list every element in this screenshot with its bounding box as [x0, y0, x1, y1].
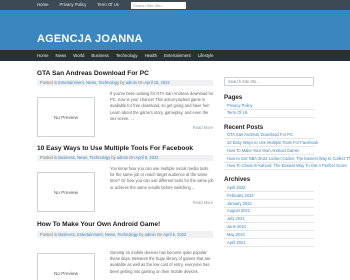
post-thumbnail[interactable]: No Preview	[37, 97, 95, 137]
top-search-input[interactable]: Search Site Ste...	[130, 1, 186, 9]
archive-item[interactable]: May 2021	[224, 231, 314, 239]
post-categories[interactable]: Business, Entertainment, News, Technolog…	[58, 232, 138, 237]
nav-item-entertainment[interactable]: Entertainment	[164, 50, 191, 61]
archive-item[interactable]: July 2021	[224, 216, 314, 224]
post-item: How To Make Your Own Android Game! Poste…	[37, 221, 213, 280]
nav-item-lifestyle[interactable]: Lifestyle	[198, 50, 214, 61]
archive-item[interactable]: February 2022	[224, 192, 314, 201]
nav-item-health[interactable]: Health	[145, 50, 157, 61]
post-thumbnail[interactable]: No Preview	[37, 172, 95, 212]
sidebar: Search Site Ste... Pages Privacy Policy …	[224, 77, 350, 247]
post-categories[interactable]: Business, News, Technology	[58, 155, 110, 160]
recent-post-item[interactable]: How To Make Your Own Android Game!	[224, 147, 314, 155]
archive-item[interactable]: April 2021	[224, 239, 314, 247]
archive-item[interactable]: January 2022	[224, 200, 314, 208]
post-date[interactable]: April 5, 2022	[163, 232, 186, 237]
pages-list: Privacy Policy Term Of Us	[224, 102, 314, 118]
nav-item-business[interactable]: Business	[91, 50, 108, 61]
post-date[interactable]: April 8, 2022	[136, 155, 159, 160]
top-link-privacy-policy[interactable]: Privacy Policy	[59, 0, 86, 10]
recent-post-item[interactable]: How to Get NBA 2K22 Locker Codes: The Ea…	[224, 155, 350, 163]
sidebar-search-input[interactable]: Search Site Ste...	[224, 77, 314, 86]
site-header: AGENCJA JOANNA	[0, 10, 350, 50]
top-link-home[interactable]: Home	[37, 0, 48, 10]
archives-widget-title: Archives	[224, 176, 251, 184]
read-more-link[interactable]: Read More	[193, 125, 213, 130]
post-thumbnail[interactable]: No Preview	[37, 253, 95, 280]
post-excerpt: Gaming on mobile devices has become quit…	[110, 250, 211, 274]
main-nav: Home News World Business Technology Heal…	[0, 50, 350, 61]
post-author[interactable]: admin	[126, 80, 137, 85]
post-title[interactable]: How To Make Your Own Android Game!	[37, 221, 213, 229]
pages-item[interactable]: Privacy Policy	[224, 102, 314, 110]
recent-post-item[interactable]: 10 Easy Ways to Use Multiple Tools For F…	[224, 139, 318, 148]
site-title[interactable]: AGENCJA JOANNA	[37, 33, 143, 45]
recent-post-item[interactable]: GTA San Andreas Download For PC	[224, 132, 314, 140]
archive-item[interactable]: August 2021	[224, 208, 314, 216]
post-excerpt: You know how you can use multiple social…	[110, 166, 214, 190]
top-bar: Home Privacy Policy Term Of Us Search Si…	[0, 0, 350, 10]
post-title[interactable]: GTA San Andreas Download For PC	[37, 70, 213, 78]
post-author[interactable]: admin	[145, 232, 156, 237]
post-author[interactable]: admin	[117, 155, 128, 160]
top-link-term-of-us[interactable]: Term Of Us	[97, 0, 119, 10]
pages-widget-title: Pages	[224, 94, 243, 101]
nav-item-technology[interactable]: Technology	[116, 50, 138, 61]
post-meta: Posted in Business, Entertainment, News,…	[37, 231, 213, 238]
post-meta: Posted in Business, News, Technology by …	[37, 155, 213, 161]
archive-item[interactable]: June 2021	[224, 223, 314, 232]
post-item: 10 Easy Ways to Use Multiple Tools For F…	[37, 145, 214, 212]
recent-posts-widget-title: Recent Posts	[224, 123, 264, 131]
post-title[interactable]: 10 Easy Ways to Use Multiple Tools For F…	[37, 145, 213, 153]
post-excerpt: If you've been waiting for GTA San Andre…	[110, 91, 214, 121]
post-categories[interactable]: Entertainment, News, Technology	[58, 80, 119, 85]
post-item: GTA San Andreas Download For PC Posted i…	[37, 70, 213, 137]
recent-posts-list: GTA San Andreas Download For PC 10 Easy …	[224, 132, 350, 171]
nav-item-home[interactable]: Home	[37, 50, 48, 61]
read-more-link[interactable]: Read More	[193, 200, 213, 205]
archives-list: April 2022 February 2022 January 2022 Au…	[224, 184, 314, 247]
post-meta: Posted in Entertainment, News, Technolog…	[37, 80, 213, 86]
pages-item[interactable]: Term Of Us	[224, 110, 314, 118]
recent-post-item[interactable]: How To Cheat In Kahoot: The Easiest Way …	[224, 163, 347, 171]
archive-item[interactable]: April 2022	[224, 184, 314, 193]
post-date[interactable]: April 15, 2022	[144, 80, 169, 85]
nav-item-news[interactable]: News	[55, 50, 66, 61]
nav-item-world[interactable]: World	[73, 50, 84, 61]
